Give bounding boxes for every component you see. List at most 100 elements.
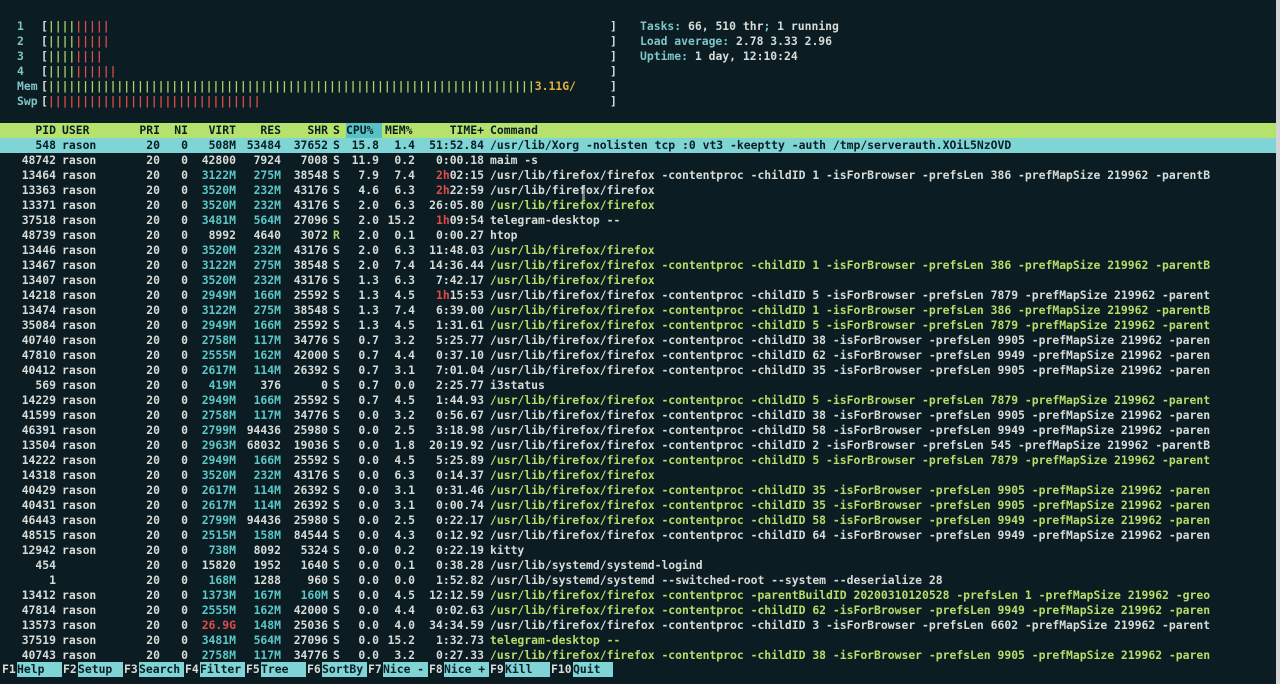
cell-res: 1288 (253, 573, 281, 587)
fkey-f10[interactable]: F10 (551, 662, 572, 677)
cpu-bar-high: |||| (75, 49, 103, 63)
cpu-bar-low: |||| (47, 19, 76, 33)
cell-ni: 0 (181, 573, 188, 587)
process-row[interactable]: 13474 rason 20 0 3122M 275M 38548 S 1.3 7.4 6:39.0… (0, 303, 1280, 318)
process-row[interactable]: 569 rason 20 0 419M 376 0 S 0.7 0.0 2:25.77 i3statu… (0, 378, 1280, 393)
process-row[interactable]: 14229 rason 20 0 2949M 166M 25592 S 0.7 4.5 1:44.9… (0, 393, 1280, 408)
col-command[interactable]: Command (490, 123, 538, 138)
process-row[interactable]: 40743 rason 20 0 2758M 117M 34776 S 0.0 3.2 0:27.3… (0, 648, 1280, 663)
cell-command: i3status (490, 378, 545, 392)
col-state[interactable]: S (333, 123, 340, 138)
fkey-f6[interactable]: F6 (307, 662, 321, 677)
col-time[interactable]: TIME+ (418, 123, 484, 138)
fkey-f9[interactable]: F9 (490, 662, 504, 677)
process-row[interactable]: 48515 rason 20 0 2515M 158M 84544 S 0.0 4.3 0:12.9… (0, 528, 1280, 543)
process-row[interactable]: 14222 rason 20 0 2949M 166M 25592 S 0.0 4.5 5:25.8… (0, 453, 1280, 468)
process-row[interactable]: 13573 rason 20 0 26.9G 148M 25036 S 0.0 4.0 34:34.… (0, 618, 1280, 633)
fkey-f8[interactable]: F8 (429, 662, 443, 677)
fkey-f9-label[interactable]: Kill (505, 662, 550, 677)
cpu-meter-4: 4 [||||||||||] (17, 64, 617, 79)
fkey-f2[interactable]: F2 (63, 662, 77, 677)
col-virt[interactable]: VIRT (188, 123, 236, 138)
cell-pri: 20 (146, 603, 160, 617)
fkey-f5[interactable]: F5 (246, 662, 260, 677)
fkey-f1-label[interactable]: Help (17, 662, 62, 677)
col-pid[interactable]: PID (0, 123, 56, 138)
process-row[interactable]: 37519 rason 20 0 3481M 564M 27096 S 0.0 15.2 1:32.… (0, 633, 1280, 648)
fkey-f2-label[interactable]: Setup (78, 662, 123, 677)
fkey-f3[interactable]: F3 (124, 662, 138, 677)
process-row[interactable]: 13467 rason 20 0 3122M 275M 38548 S 2.0 7.4 14:36.… (0, 258, 1280, 273)
process-row[interactable]: 14218 rason 20 0 2949M 166M 25592 S 1.3 4.5 1h15:5… (0, 288, 1280, 303)
process-row[interactable]: 13446 rason 20 0 3520M 232M 43176 S 2.0 6.3 11:48.… (0, 243, 1280, 258)
process-row[interactable]: 13504 rason 20 0 2963M 68032 19036 S 0.0 1.8 20:19… (0, 438, 1280, 453)
cell-virt: 3520M (201, 468, 236, 482)
cell-ni: 0 (181, 273, 188, 287)
cell-pid: 40429 (21, 483, 56, 497)
process-row[interactable]: 47810 rason 20 0 2555M 162M 42000 S 0.7 4.4 0:37.1… (0, 348, 1280, 363)
process-row[interactable]: 454 20 0 15820 1952 1640 S 0.0 0.1 0:38.28/usr/li… (0, 558, 1280, 573)
cell-pri: 20 (146, 618, 160, 632)
cell-mem: 15.2 (387, 213, 415, 227)
process-row[interactable]: 47814 rason 20 0 2555M 162M 42000 S 0.0 4.4 0:02.6… (0, 603, 1280, 618)
process-row[interactable]: 13371 rason 20 0 3520M 232M 43176 S 2.0 6.3 26:05.… (0, 198, 1280, 213)
cell-pri: 20 (146, 153, 160, 167)
fkey-f7-label[interactable]: Nice - (383, 662, 428, 677)
fkey-f10-label[interactable]: Quit (573, 662, 613, 677)
fkey-f3-label[interactable]: Search (139, 662, 184, 677)
fkey-f5-label[interactable]: Tree (261, 662, 306, 677)
process-row[interactable]: 35084 rason 20 0 2949M 166M 25592 S 1.3 4.5 1:31.6… (0, 318, 1280, 333)
cell-shr: 38548 (293, 258, 328, 272)
process-row[interactable]: 40412 rason 20 0 2617M 114M 26392 S 0.7 3.1 7:01.0… (0, 363, 1280, 378)
cell-virt: 2949M (201, 453, 236, 467)
cell-time: 1:31.61 (435, 318, 484, 332)
cell-virt: 3520M (201, 198, 236, 212)
col-mem[interactable]: MEM% (385, 123, 412, 138)
fkey-f4-label[interactable]: Filter (200, 662, 245, 677)
process-row[interactable]: 12942 rason 20 0 738M 8092 5324 S 0.0 0.2 0:22.19 k… (0, 543, 1280, 558)
cell-virt: 3122M (201, 303, 236, 317)
cell-mem: 1.4 (394, 138, 415, 152)
process-row[interactable]: 48739 rason 20 0 8992 4640 3072 R 2.0 0.1 0:00.27 h… (0, 228, 1280, 243)
cell-time: 0:22.17 (435, 513, 484, 527)
process-row[interactable]: 548 rason 20 0 508M 53484 37652 S 15.8 1.4 51:52.8… (0, 138, 1280, 153)
process-row[interactable]: 40429 rason 20 0 2617M 114M 26392 S 0.0 3.1 0:31.4… (0, 483, 1280, 498)
fkey-f1[interactable]: F1 (2, 662, 16, 677)
process-row[interactable]: 40740 rason 20 0 2758M 117M 34776 S 0.7 3.2 5:25.7… (0, 333, 1280, 348)
cell-cpu: 0.0 (358, 498, 379, 512)
col-ni[interactable]: NI (160, 123, 188, 138)
time-hours: 2h (435, 183, 450, 197)
process-row[interactable]: 14318 rason 20 0 3520M 232M 43176 S 0.0 6.3 0:14.3… (0, 468, 1280, 483)
cell-ni: 0 (181, 558, 188, 572)
process-row[interactable]: 1 20 0 168M 1288 960 S 0.0 0.0 1:52.82/usr/lib/sy… (0, 573, 1280, 588)
cell-state: S (333, 528, 340, 542)
process-row[interactable]: 46391 rason 20 0 2799M 94436 25980 S 0.0 2.5 3:18.… (0, 423, 1280, 438)
fkey-f4[interactable]: F4 (185, 662, 199, 677)
cell-pri: 20 (146, 453, 160, 467)
cell-user: rason (62, 378, 97, 392)
process-row[interactable]: 46443 rason 20 0 2799M 94436 25980 S 0.0 2.5 0:22.… (0, 513, 1280, 528)
process-row[interactable]: 13363 rason 20 0 3520M 232M 43176 S 4.6 6.3 2h22:5… (0, 183, 1280, 198)
process-table-header: PID USER PRI NI VIRT RES SHR S CPU% MEM%… (0, 123, 1280, 138)
process-row[interactable]: 13412 rason 20 0 1373M 167M 160M S 0.0 4.5 12:12.5… (0, 588, 1280, 603)
fkey-f8-label[interactable]: Nice + (444, 662, 489, 677)
cell-ni: 0 (181, 393, 188, 407)
process-row[interactable]: 13464 rason 20 0 3122M 275M 38548 S 7.9 7.4 2h02:1… (0, 168, 1280, 183)
fkey-f6-label[interactable]: SortBy (322, 662, 367, 677)
process-row[interactable]: 40431 rason 20 0 2617M 114M 26392 S 0.0 3.1 0:00.7… (0, 498, 1280, 513)
process-row[interactable]: 48742 rason 20 0 42800 7924 7008 S 11.9 0.2 0:00.1… (0, 153, 1280, 168)
col-res[interactable]: RES (236, 123, 281, 138)
process-row[interactable]: 41599 rason 20 0 2758M 117M 34776 S 0.0 3.2 0:56.6… (0, 408, 1280, 423)
col-cpu[interactable]: CPU% (346, 123, 382, 138)
process-row[interactable]: 37518 rason 20 0 3481M 564M 27096 S 2.0 15.2 1h09:… (0, 213, 1280, 228)
col-pri[interactable]: PRI (128, 123, 160, 138)
cell-ni: 0 (181, 303, 188, 317)
time-hours: 1h (435, 288, 450, 302)
cell-ni: 0 (181, 483, 188, 497)
col-user[interactable]: USER (62, 123, 89, 138)
process-row[interactable]: 13407 rason 20 0 3520M 232M 43176 S 1.3 6.3 7:42.1… (0, 273, 1280, 288)
fkey-f7[interactable]: F7 (368, 662, 382, 677)
col-shr[interactable]: SHR (281, 123, 328, 138)
memory-meter-label: Mem (17, 79, 38, 93)
cell-state: S (333, 318, 340, 332)
